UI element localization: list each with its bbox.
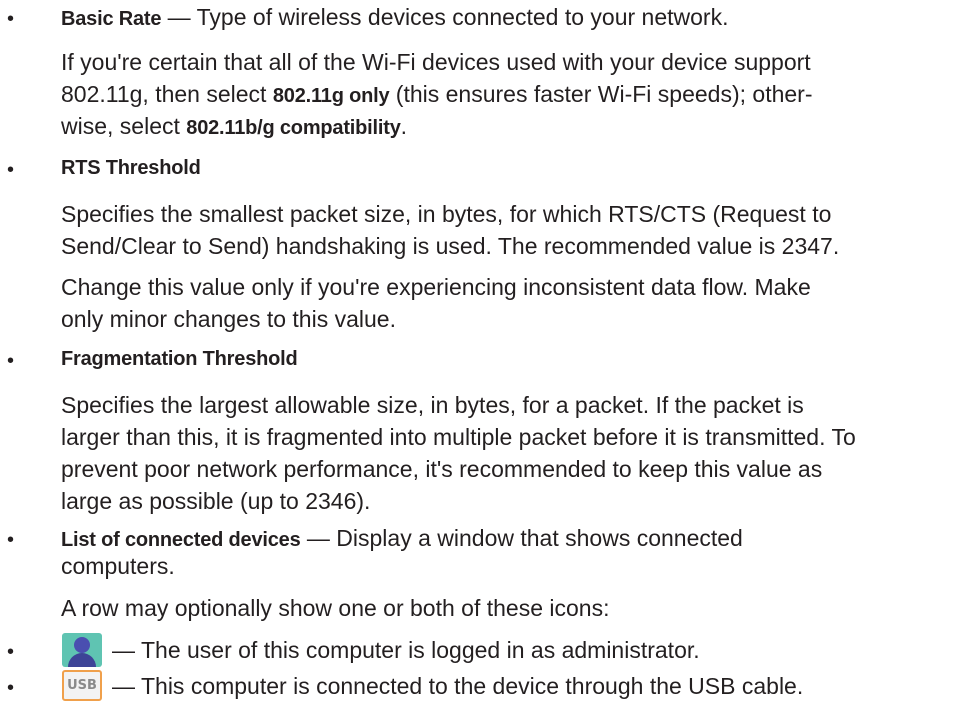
document-page: • Basic Rate — Type of wireless devices … [0, 0, 966, 704]
basic-rate-item: Basic Rate — Type of wireless devices co… [61, 1, 728, 35]
bullet: • [7, 8, 15, 30]
rts-para-line: Specifies the smallest packet size, in b… [61, 201, 832, 227]
option-80211g-only: 802.11g only [272, 85, 390, 107]
option-80211bg-compat: 802.11b/g compatibility [186, 117, 401, 139]
fragmentation-para-line: large as possible (up to 2346). [61, 488, 371, 514]
text-span: 802.11g, then select [61, 81, 273, 107]
usb-icon-desc: — This computer is connected to the devi… [112, 673, 804, 699]
bullet: • [7, 677, 15, 699]
icons-intro-line: A row may optionally show one or both of… [61, 595, 610, 621]
connected-devices-term: List of connected devices [61, 529, 301, 551]
rts-para-line: Change this value only if you're experie… [61, 274, 811, 300]
bullet: • [7, 641, 15, 663]
text-span: wise, select [61, 113, 187, 139]
admin-icon-body [68, 653, 96, 667]
basic-rate-para-line: If you're certain that all of the Wi-Fi … [61, 49, 811, 75]
admin-icon-head [74, 637, 90, 653]
fragmentation-para-line: Specifies the largest allowable size, in… [61, 392, 804, 418]
bullet: • [7, 350, 15, 372]
text-span: (this ensures faster Wi-Fi speeds); othe… [389, 81, 813, 107]
rts-para-line: Send/Clear to Send) handshaking is used.… [61, 233, 840, 259]
basic-rate-para-line: 802.11g, then select 802.11g only (this … [61, 78, 812, 112]
basic-rate-para-line: wise, select 802.11b/g compatibility. [61, 110, 407, 144]
bullet: • [7, 159, 15, 181]
admin-icon-desc: — The user of this computer is logged in… [112, 637, 700, 663]
basic-rate-desc: — Type of wireless devices connected to … [161, 4, 729, 30]
connected-devices-desc-line: computers. [61, 553, 175, 579]
rts-threshold-heading: RTS Threshold [61, 157, 201, 179]
bullet: • [7, 529, 15, 551]
rts-para-line: only minor changes to this value. [61, 306, 396, 332]
fragmentation-para-line: prevent poor network performance, it's r… [61, 456, 823, 482]
connected-devices-desc: — Display a window that shows connected [300, 525, 743, 551]
fragmentation-threshold-heading: Fragmentation Threshold [61, 348, 298, 370]
text-span: . [400, 113, 408, 139]
admin-user-icon [62, 633, 102, 667]
basic-rate-term: Basic Rate [61, 8, 162, 30]
fragmentation-para-line: larger than this, it is fragmented into … [61, 424, 856, 450]
usb-icon: USB [62, 670, 102, 701]
